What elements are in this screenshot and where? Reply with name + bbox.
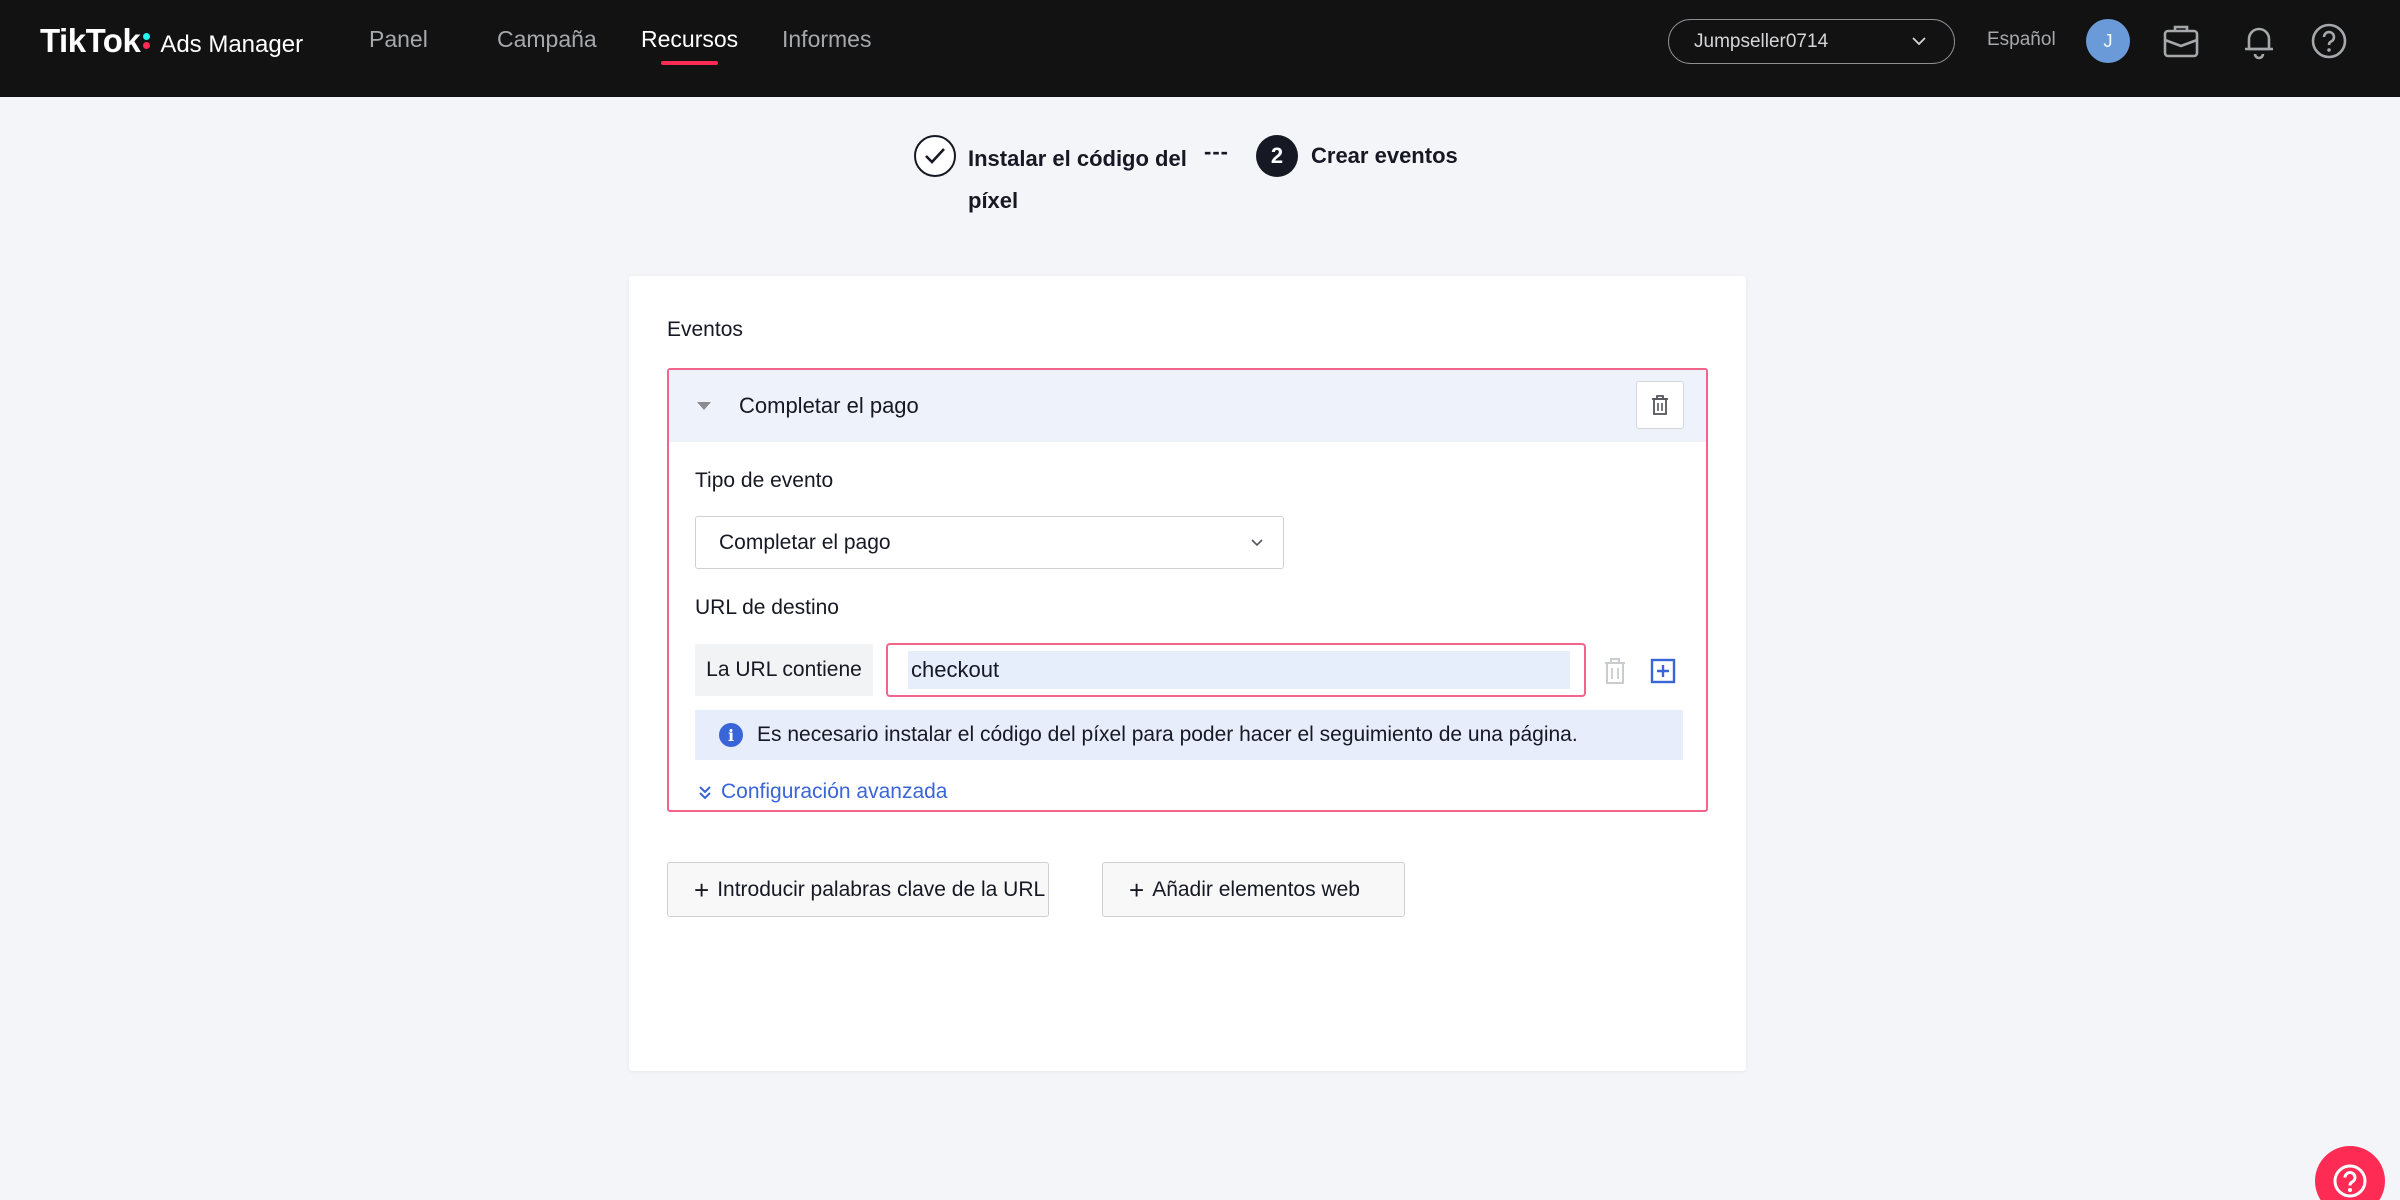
trash-icon [1652, 395, 1668, 415]
plus-icon: + [694, 874, 710, 905]
step-2-indicator: 2 [1256, 135, 1298, 177]
event-type-value: Completar el pago [719, 530, 891, 554]
delete-event-button[interactable] [1636, 381, 1684, 429]
nav-recursos[interactable]: Recursos [641, 26, 738, 66]
nav-panel[interactable]: Panel [369, 26, 428, 66]
info-text: Es necesario instalar el código del píxe… [757, 723, 1578, 746]
step-separator: --- [1204, 139, 1229, 164]
help-floating-button[interactable] [2315, 1146, 2385, 1200]
nav-campana-label: Campaña [497, 26, 597, 52]
checkmark-icon [925, 148, 945, 164]
product-name: Ads Manager [160, 31, 304, 58]
advanced-settings-label: Configuración avanzada [721, 780, 948, 803]
event-name: Completar el pago [739, 393, 919, 418]
plus-icon: + [1129, 874, 1145, 905]
tiktok-ads-manager-logo[interactable]: TikTok Ads Manager [40, 22, 303, 66]
account-selector[interactable]: Jumpseller0714 [1668, 19, 1955, 64]
destination-url-label: URL de destino [695, 596, 839, 619]
add-web-elements-label: Añadir elementos web [1152, 877, 1360, 901]
event-type-select[interactable]: Completar el pago [695, 516, 1284, 569]
advanced-settings-link[interactable]: Configuración avanzada [697, 780, 948, 804]
top-navigation-bar: TikTok Ads Manager Panel Campaña Recurso… [0, 0, 2400, 97]
url-input-container [886, 643, 1586, 697]
nav-campana[interactable]: Campaña [497, 26, 597, 66]
trash-icon[interactable] [1602, 657, 1628, 685]
nav-panel-label: Panel [369, 26, 428, 52]
briefcase-icon[interactable] [2161, 21, 2201, 61]
info-icon: i [719, 723, 743, 747]
section-title: Eventos [667, 318, 743, 341]
nav-informes-label: Informes [782, 26, 872, 52]
help-icon[interactable] [2309, 21, 2349, 61]
events-card: Eventos Completar el pago Tipo de evento… [629, 276, 1746, 1071]
pixel-info-banner: i Es necesario instalar el código del pí… [695, 710, 1683, 760]
event-panel: Completar el pago Tipo de evento Complet… [667, 368, 1708, 812]
url-rule-select[interactable]: La URL contiene [695, 644, 873, 696]
url-keyword-input[interactable] [908, 651, 1570, 689]
brand-name: TikTok [40, 22, 141, 59]
avatar[interactable]: J [2086, 19, 2130, 63]
double-chevron-down-icon [699, 786, 711, 800]
active-nav-indicator [661, 61, 719, 65]
help-icon [2333, 1164, 2367, 1198]
language-switcher[interactable]: Español [1987, 29, 2056, 51]
step-2-label: Crear eventos [1311, 143, 1458, 168]
logo-colon [143, 42, 151, 49]
collapse-caret-icon[interactable] [697, 402, 711, 410]
account-name: Jumpseller0714 [1694, 30, 1829, 52]
step-1-complete-indicator [914, 135, 956, 177]
chevron-down-icon [1251, 539, 1263, 547]
step-1-label: Instalar el código del píxel [968, 146, 1187, 213]
add-web-elements-button[interactable]: + Añadir elementos web [1102, 862, 1405, 917]
nav-recursos-label: Recursos [641, 26, 739, 52]
nav-informes[interactable]: Informes [782, 26, 871, 66]
chevron-down-icon [1912, 37, 1926, 46]
event-type-label: Tipo de evento [695, 469, 834, 492]
add-url-keywords-button[interactable]: + Introducir palabras clave de la URL [667, 862, 1049, 917]
add-square-icon[interactable] [1650, 658, 1676, 684]
bell-icon[interactable] [2239, 21, 2279, 61]
event-panel-header[interactable]: Completar el pago [669, 370, 1706, 442]
add-url-keywords-label: Introducir palabras clave de la URL [717, 877, 1046, 901]
